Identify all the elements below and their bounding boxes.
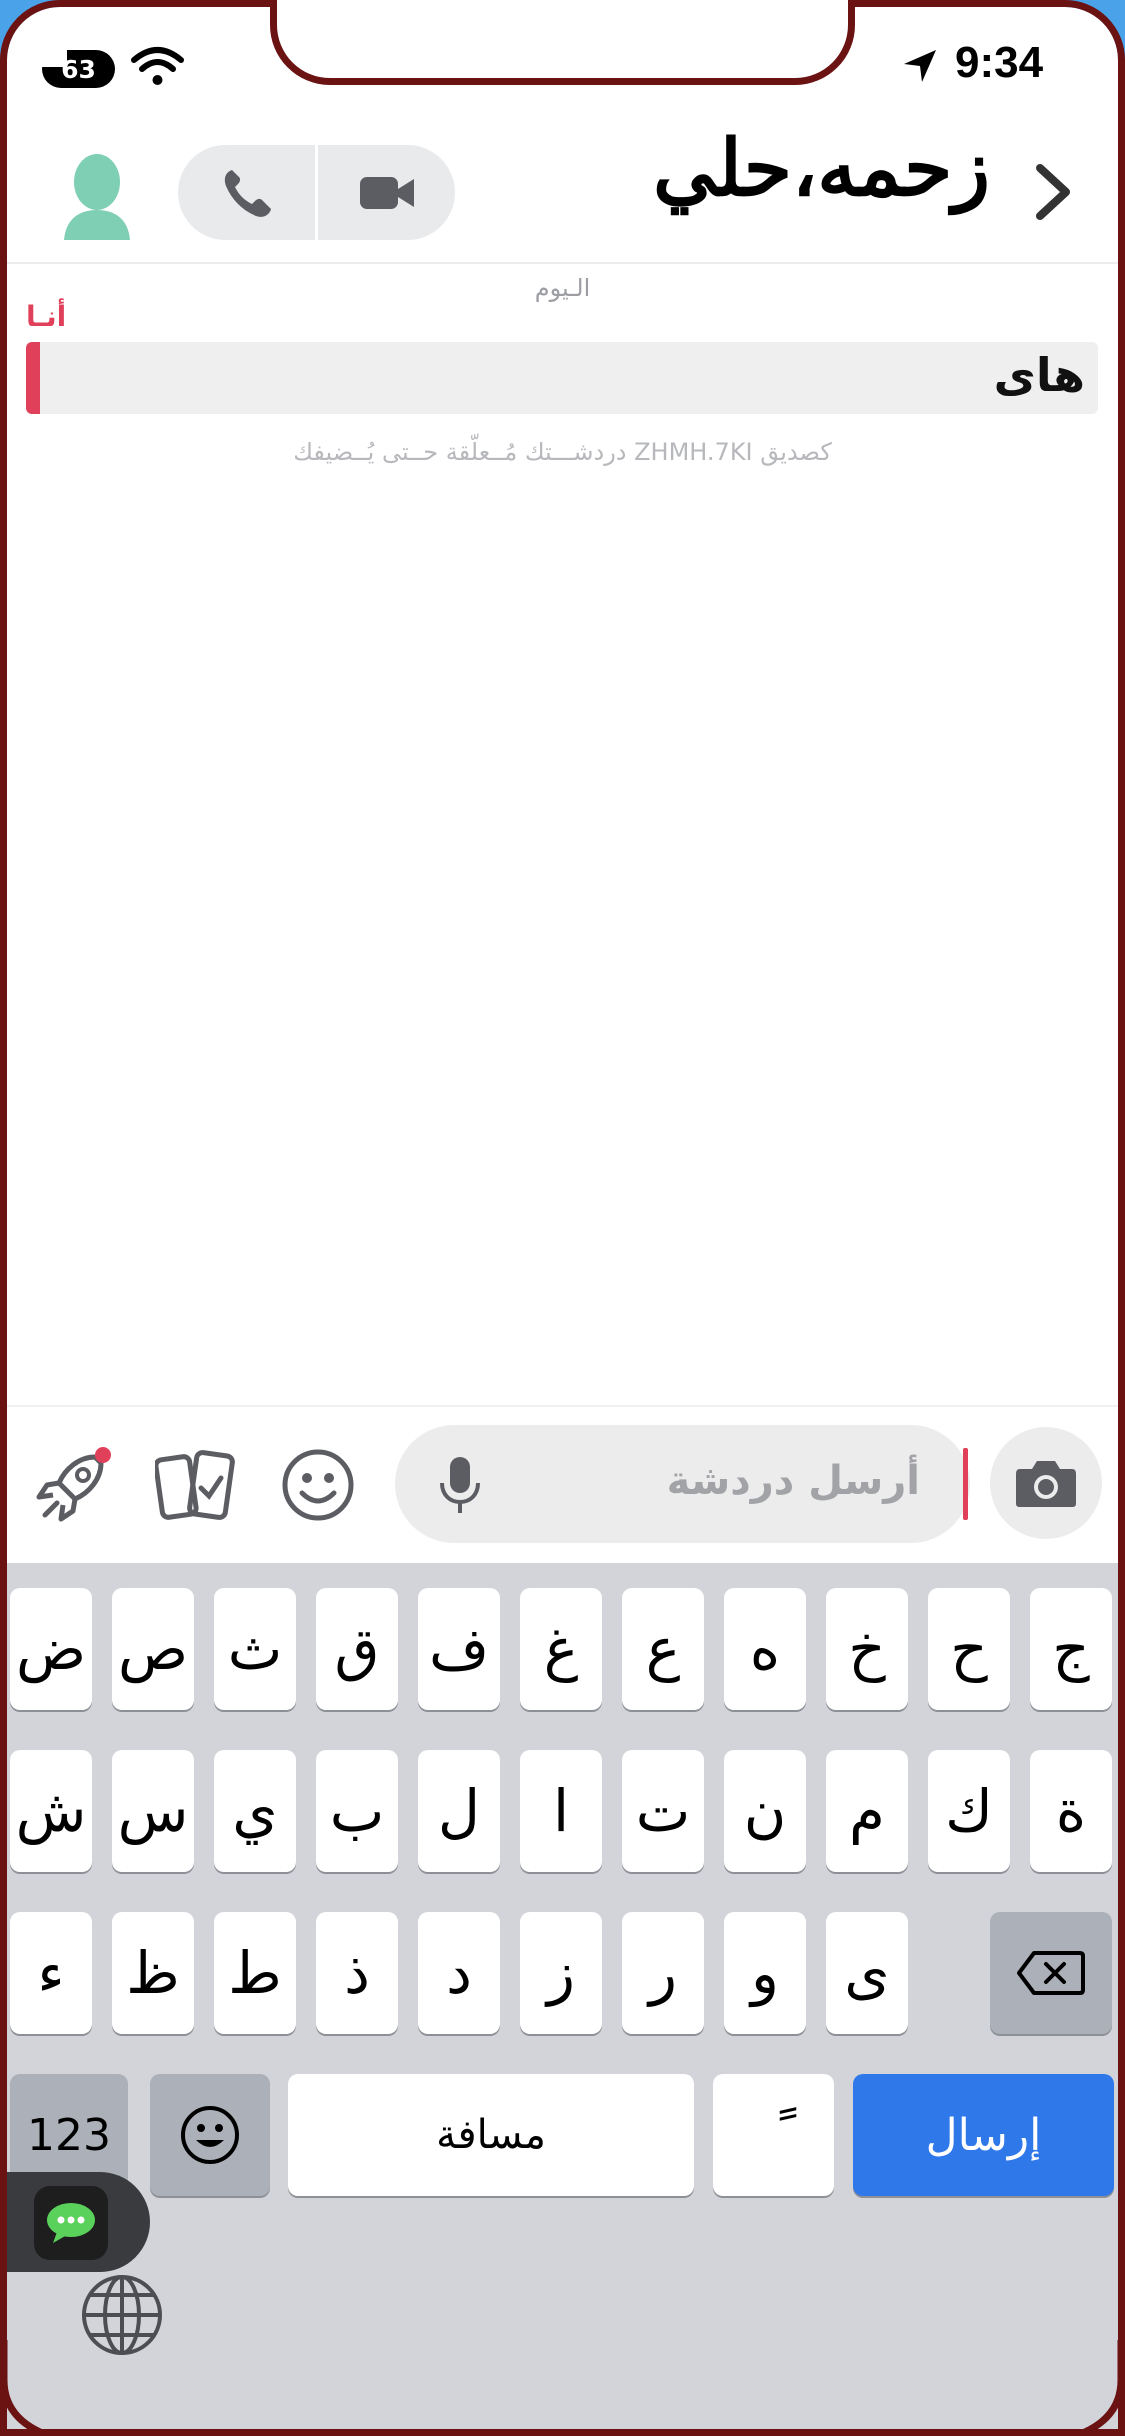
key[interactable]: ع: [622, 1588, 704, 1710]
key[interactable]: غ: [520, 1588, 602, 1710]
key[interactable]: ر: [622, 1912, 704, 2034]
backspace-key[interactable]: [990, 1912, 1112, 2034]
phone-icon: [224, 169, 271, 217]
header-divider: [0, 262, 1125, 264]
key[interactable]: ة: [1030, 1750, 1112, 1872]
message-accent-bar: [26, 342, 40, 414]
key[interactable]: ى: [826, 1912, 908, 2034]
space-key[interactable]: مسافة: [288, 2074, 694, 2196]
key[interactable]: ا: [520, 1750, 602, 1872]
key[interactable]: ء: [10, 1912, 92, 2034]
key[interactable]: ت: [622, 1750, 704, 1872]
video-call-button[interactable]: [318, 145, 455, 240]
emoji-keyboard-key[interactable]: [150, 2074, 270, 2196]
key[interactable]: خ: [826, 1588, 908, 1710]
key[interactable]: ب: [316, 1750, 398, 1872]
globe-icon[interactable]: [80, 2273, 164, 2357]
messages-app-icon[interactable]: [34, 2186, 108, 2260]
key[interactable]: ق: [316, 1588, 398, 1710]
emoji-icon[interactable]: [280, 1447, 356, 1523]
diacritic-key[interactable]: ً: [713, 2074, 834, 2196]
person-avatar-icon[interactable]: [62, 152, 132, 244]
key[interactable]: ظ: [112, 1912, 194, 2034]
status-time: 9:34: [955, 38, 1044, 87]
message-row[interactable]: [26, 342, 1098, 414]
voice-call-button[interactable]: [178, 145, 315, 240]
key[interactable]: ه: [724, 1588, 806, 1710]
key[interactable]: ص: [112, 1588, 194, 1710]
video-camera-icon: [359, 176, 414, 209]
back-chevron-icon[interactable]: [1030, 160, 1075, 225]
wifi-icon: [131, 47, 184, 85]
pending-friend-note: دردشـــتك مُــعلّقة حــتى يُــضيفك ZHMH.…: [293, 438, 832, 466]
frame-bottom-right: [1073, 2340, 1125, 2436]
key[interactable]: و: [724, 1912, 806, 2034]
key[interactable]: ك: [928, 1750, 1010, 1872]
key[interactable]: ز: [520, 1912, 602, 2034]
key[interactable]: ل: [418, 1750, 500, 1872]
frame-bottom-left: [0, 2340, 52, 2436]
key[interactable]: ث: [214, 1588, 296, 1710]
cards-icon[interactable]: [155, 1448, 237, 1524]
call-controls: [178, 145, 455, 240]
key[interactable]: س: [112, 1750, 194, 1872]
keyboard: ج ح خ ه ع غ ف ق ث ص ض ة ك م ن ت ا ل ب ي …: [0, 1563, 1125, 2436]
send-key[interactable]: إرسال: [853, 2074, 1114, 2196]
camera-button[interactable]: [990, 1427, 1102, 1539]
message-text: هاى: [993, 348, 1085, 402]
key[interactable]: ح: [928, 1588, 1010, 1710]
emoji-icon: [181, 2106, 239, 2164]
key[interactable]: ذ: [316, 1912, 398, 2034]
text-caret: [963, 1448, 968, 1520]
composer-divider: [0, 1405, 1125, 1407]
camera-icon: [1016, 1461, 1076, 1507]
key[interactable]: د: [418, 1912, 500, 2034]
key[interactable]: ض: [10, 1588, 92, 1710]
notification-dot: [95, 1447, 111, 1463]
microphone-icon[interactable]: [435, 1455, 485, 1517]
key[interactable]: م: [826, 1750, 908, 1872]
device-notch: [270, 0, 855, 85]
chat-bubble-icon: [47, 2203, 95, 2243]
day-separator: الـيوم: [534, 274, 591, 302]
location-arrow-icon: [904, 50, 936, 82]
key[interactable]: ط: [214, 1912, 296, 2034]
key[interactable]: ج: [1030, 1588, 1112, 1710]
chat-input-placeholder: أرسل دردشة: [666, 1458, 920, 1504]
message-sender: أنـا: [26, 300, 67, 333]
key[interactable]: ش: [10, 1750, 92, 1872]
key[interactable]: ي: [214, 1750, 296, 1872]
backspace-icon: [1017, 1951, 1085, 1995]
key[interactable]: ن: [724, 1750, 806, 1872]
key[interactable]: ف: [418, 1588, 500, 1710]
chat-title[interactable]: زحمه،حلي: [653, 130, 990, 208]
